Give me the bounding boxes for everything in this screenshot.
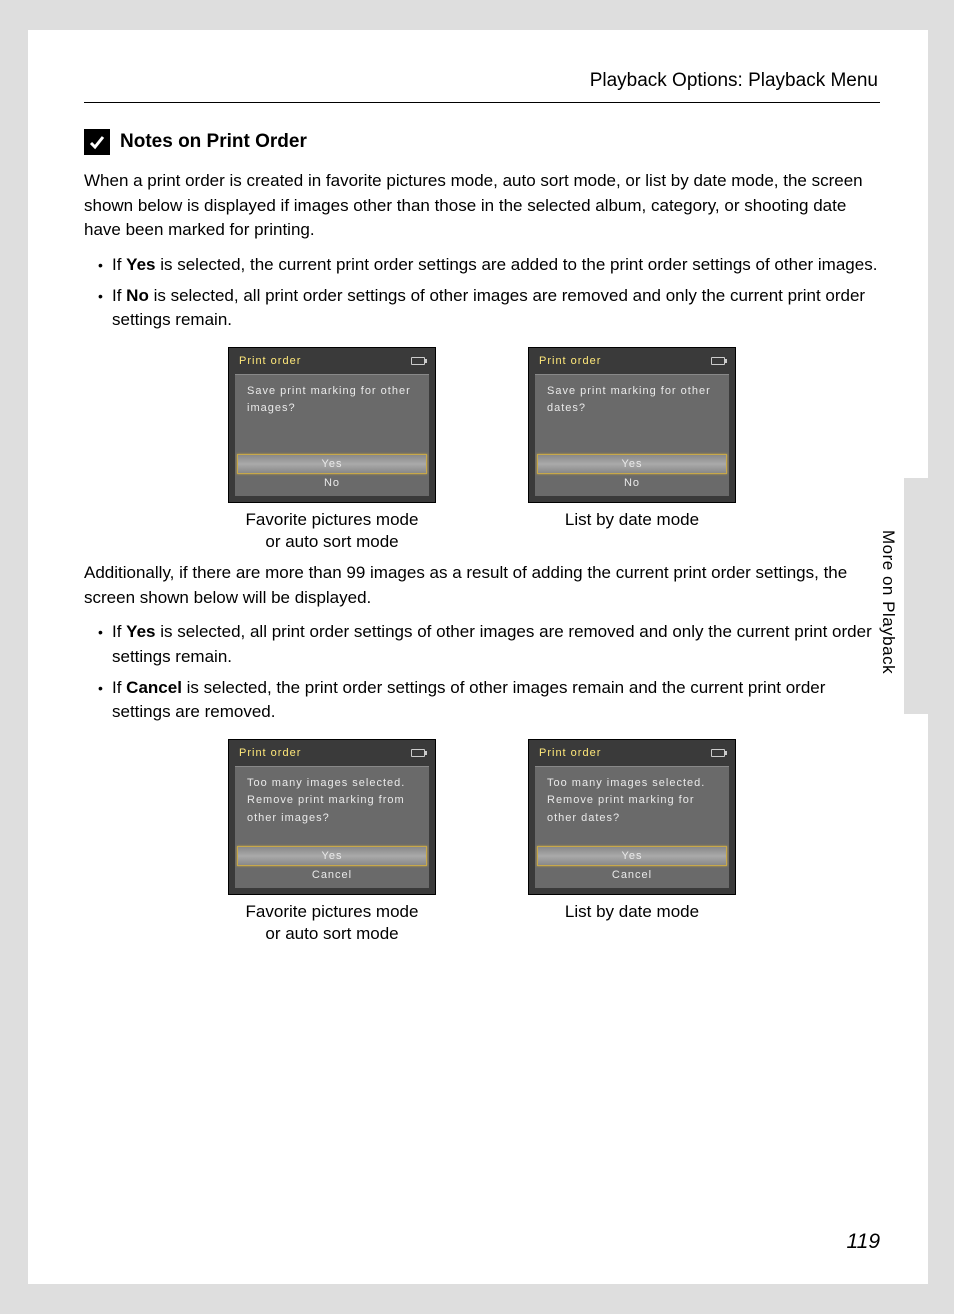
page-content: Playback Options: Playback Menu Notes on… [28,30,928,1284]
battery-icon [711,357,725,365]
camera-screen: Print order Save print marking for other… [228,347,436,503]
screen-caption: Favorite pictures modeor auto sort mode [228,901,436,945]
intro-paragraph: When a print order is created in favorit… [84,169,880,243]
screen-options: Yes Cancel [535,846,729,884]
option-yes[interactable]: Yes [237,454,427,474]
page-number: 119 [847,1230,880,1254]
screen-prompt: Too many images selected. Remove print m… [535,767,729,828]
bullet-list-1: If Yes is selected, the current print or… [84,253,880,333]
screen-title: Print order [239,747,301,759]
screen-title: Print order [539,355,601,367]
side-tab [904,478,928,714]
screen-prompt: Too many images selected. Remove print m… [235,767,429,828]
bullet-list-2: If Yes is selected, all print order sett… [84,620,880,725]
screen-column-left: Print order Too many images selected. Re… [228,739,436,945]
camera-screen: Print order Too many images selected. Re… [228,739,436,895]
camera-screen: Print order Save print marking for other… [528,347,736,503]
screen-column-right: Print order Too many images selected. Re… [528,739,736,945]
screen-column-left: Print order Save print marking for other… [228,347,436,553]
battery-icon [411,357,425,365]
screens-row-1: Print order Save print marking for other… [84,347,880,553]
screen-body: Save print marking for other images? Yes… [235,374,429,496]
page-header: Playback Options: Playback Menu [84,70,880,92]
section-title: Notes on Print Order [120,131,307,153]
screen-body: Too many images selected. Remove print m… [535,766,729,888]
screens-row-2: Print order Too many images selected. Re… [84,739,880,945]
list-item: If No is selected, all print order setti… [98,284,880,333]
screen-title: Print order [539,747,601,759]
paragraph-2: Additionally, if there are more than 99 … [84,561,880,610]
screen-options: Yes No [535,454,729,492]
battery-icon [411,749,425,757]
screen-caption: List by date mode [528,901,736,923]
header-divider [84,102,880,103]
battery-icon [711,749,725,757]
list-item: If Cancel is selected, the print order s… [98,676,880,725]
screen-caption: List by date mode [528,509,736,531]
option-yes[interactable]: Yes [237,846,427,866]
screen-prompt: Save print marking for other dates? [535,375,729,418]
screen-prompt: Save print marking for other images? [235,375,429,418]
option-yes[interactable]: Yes [537,454,727,474]
note-icon [84,129,110,155]
screen-body: Too many images selected. Remove print m… [235,766,429,888]
screen-title: Print order [239,355,301,367]
option-cancel[interactable]: Cancel [535,866,729,884]
option-cancel[interactable]: Cancel [235,866,429,884]
list-item: If Yes is selected, all print order sett… [98,620,880,669]
option-no[interactable]: No [235,474,429,492]
section-title-row: Notes on Print Order [84,129,880,155]
camera-screen: Print order Too many images selected. Re… [528,739,736,895]
option-no[interactable]: No [535,474,729,492]
screen-options: Yes Cancel [235,846,429,884]
list-item: If Yes is selected, the current print or… [98,253,880,278]
screen-caption: Favorite pictures modeor auto sort mode [228,509,436,553]
side-section-label: More on Playback [878,530,898,674]
screen-options: Yes No [235,454,429,492]
option-yes[interactable]: Yes [537,846,727,866]
screen-column-right: Print order Save print marking for other… [528,347,736,553]
screen-body: Save print marking for other dates? Yes … [535,374,729,496]
